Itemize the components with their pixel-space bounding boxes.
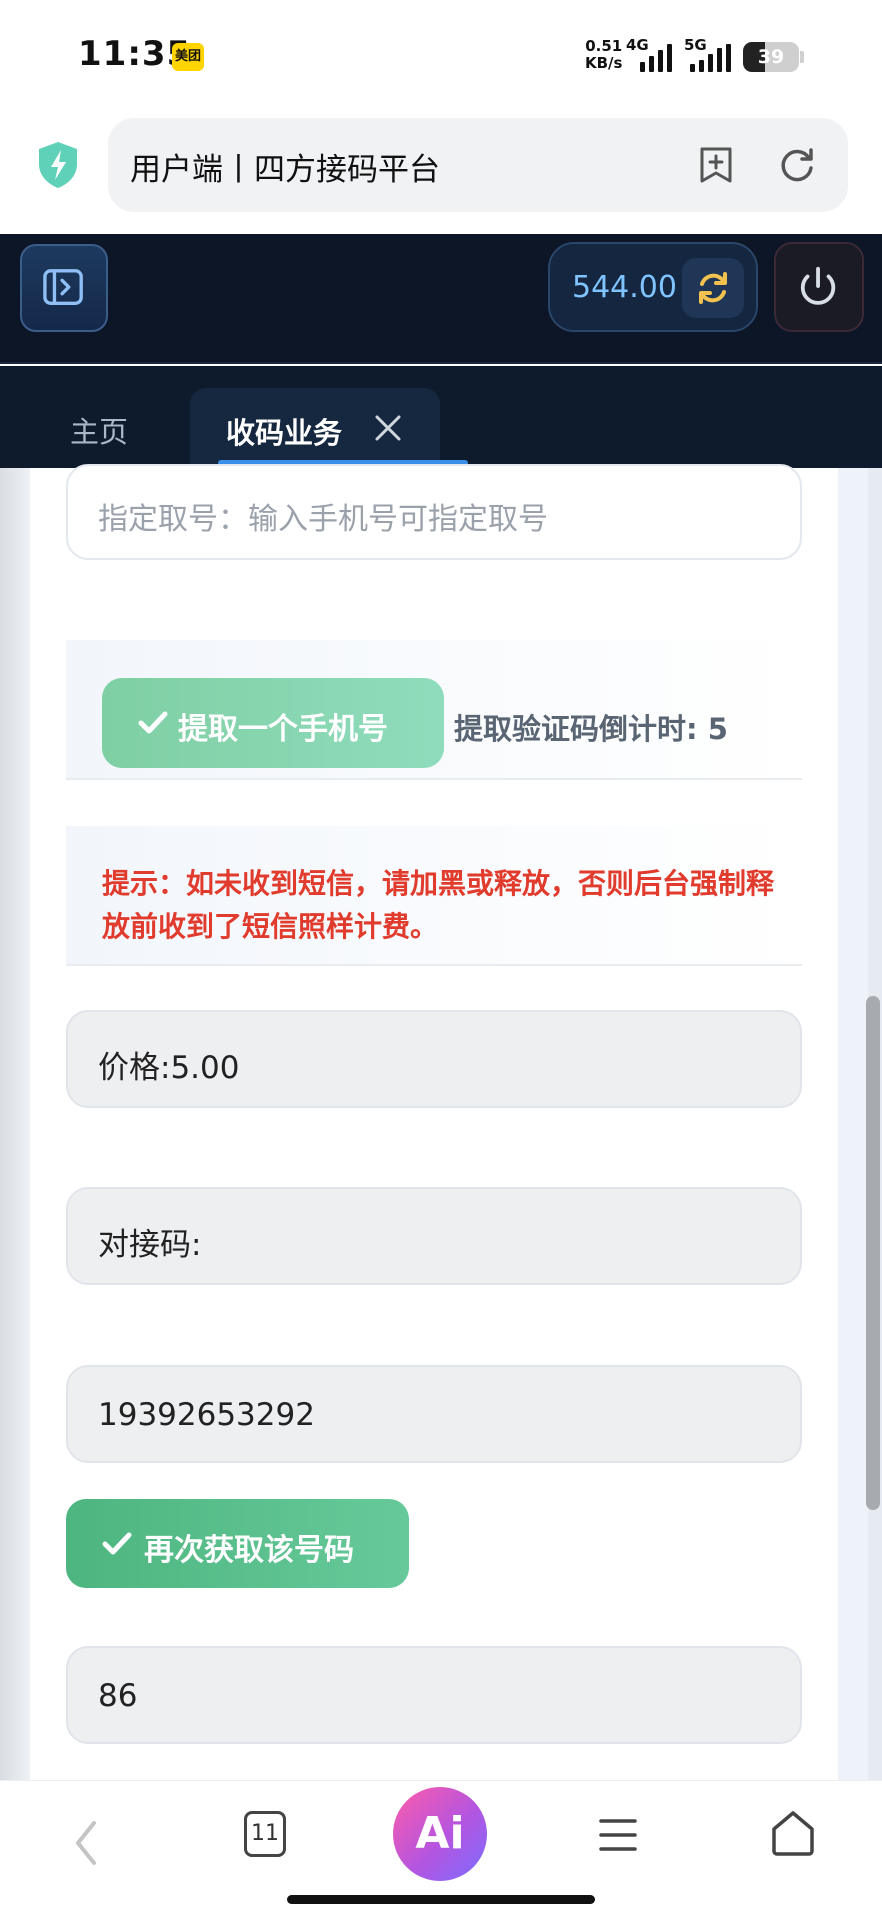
balance-amount: 544.00 (572, 270, 677, 305)
back-icon[interactable] (68, 1817, 104, 1869)
power-icon (800, 266, 836, 305)
battery-percent: 39 (757, 46, 785, 68)
add-bookmark-icon[interactable] (698, 146, 734, 184)
extract-phone-button[interactable]: 提取一个手机号 (102, 678, 444, 768)
received-code-field[interactable]: 86 (66, 1646, 802, 1744)
received-code-value: 86 (98, 1678, 138, 1714)
address-bar[interactable]: 用户端丨四方接码平台 (108, 118, 848, 212)
tab-sms-service-label: 收码业务 (226, 416, 343, 450)
designate-number-input[interactable]: 指定取号：输入手机号可指定取号 (66, 464, 802, 560)
docking-code-field[interactable]: 对接码: (66, 1187, 802, 1285)
browser-bottom-nav: 11 Ai (0, 1780, 882, 1920)
check-icon (102, 1532, 132, 1555)
reload-icon[interactable] (778, 146, 816, 184)
menu-icon[interactable] (598, 1815, 638, 1855)
network-speed-unit: KB/s (585, 54, 623, 72)
reacquire-number-button[interactable]: 再次获取该号码 (66, 1499, 409, 1588)
battery-icon: 39 (743, 42, 799, 72)
page-scrollbar[interactable] (866, 996, 880, 1510)
price-field: 价格:5.00 (66, 1010, 802, 1108)
close-icon[interactable] (372, 412, 404, 444)
tip-row: 提示：如未收到短信，请加黑或释放，否则后台强制释放前收到了短信照样计费。 (66, 826, 802, 966)
network-speed: 0.51 KB/s (585, 38, 622, 72)
tab-count-button[interactable]: 11 (244, 1811, 286, 1857)
home-indicator (287, 1895, 595, 1904)
security-shield-icon[interactable] (36, 140, 80, 190)
extract-phone-label: 提取一个手机号 (178, 712, 388, 747)
signal-2-icon (690, 42, 731, 72)
phone-number-value: 19392653292 (98, 1397, 315, 1433)
status-bar: 11:35 美团 0.51 KB/s 4G 5G 39 (0, 0, 882, 112)
app-header: 544.00 (0, 234, 882, 364)
meituan-badge-icon: 美团 (172, 43, 204, 71)
refresh-balance-button[interactable] (682, 258, 744, 318)
signal-1-icon (640, 42, 672, 72)
battery-tip (800, 51, 804, 63)
check-icon (138, 711, 168, 734)
sidebar-toggle-button[interactable] (20, 244, 108, 332)
designate-number-placeholder: 指定取号：输入手机号可指定取号 (98, 502, 548, 537)
home-icon[interactable] (770, 1809, 816, 1857)
sidebar-expand-icon (43, 269, 83, 305)
ai-assistant-button[interactable]: Ai (393, 1787, 487, 1881)
reacquire-number-label: 再次获取该号码 (144, 1533, 354, 1568)
countdown-label: 提取验证码倒计时: 5 (454, 712, 728, 746)
browser-url-row: 用户端丨四方接码平台 (0, 112, 882, 234)
logout-button[interactable] (774, 242, 864, 332)
tab-sms-service[interactable]: 收码业务 (190, 388, 440, 468)
price-value: 价格:5.00 (98, 1050, 240, 1086)
balance-display: 544.00 (548, 242, 758, 332)
network-speed-value: 0.51 (585, 37, 623, 55)
docking-code-label: 对接码: (98, 1227, 202, 1263)
tabs-bar: 主页 收码业务 (0, 366, 882, 468)
extract-row: 提取一个手机号 提取验证码倒计时: 5 (66, 640, 802, 780)
url-title: 用户端丨四方接码平台 (130, 152, 440, 188)
sync-icon (699, 272, 727, 304)
phone-number-field[interactable]: 19392653292 (66, 1365, 802, 1463)
tab-home[interactable]: 主页 (70, 409, 128, 451)
tip-text: 提示：如未收到短信，请加黑或释放，否则后台强制释放前收到了短信照样计费。 (102, 867, 775, 943)
